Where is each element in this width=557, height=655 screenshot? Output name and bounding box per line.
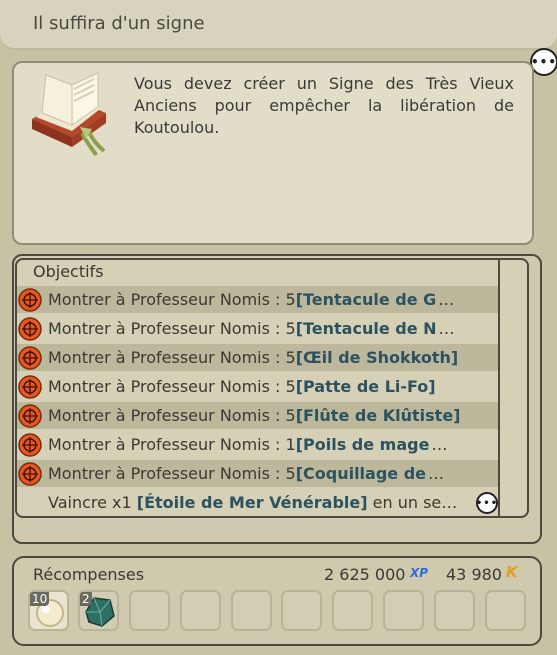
objective-row[interactable]: Montrer à Professeur Nomis : 5 [Œil de S… [17, 344, 498, 371]
book-icon [32, 72, 106, 156]
item-link[interactable]: [Tentacule de G [296, 290, 437, 309]
rewards-label: Récompenses [33, 565, 145, 584]
empty-reward-slot [383, 590, 424, 631]
item-link[interactable]: [Œil de Shokkoth] [296, 348, 459, 367]
compass-icon [18, 403, 42, 428]
item-link[interactable]: [Patte de Li-Fo] [296, 377, 436, 396]
item-link[interactable]: [Étoile de Mer Vénérable] [137, 493, 368, 512]
empty-reward-slot [485, 590, 526, 631]
compass-icon [18, 316, 42, 341]
kamas-value: 43 980 [446, 565, 502, 584]
compass-icon [18, 345, 42, 370]
objectives-header: Objectifs [33, 262, 104, 281]
reward-slot[interactable]: 10 [28, 590, 69, 631]
objective-row[interactable]: Montrer à Professeur Nomis : 5 [Tentacul… [17, 315, 498, 342]
compass-icon [18, 432, 42, 457]
objective-row[interactable]: Montrer à Professeur Nomis : 5 [Flûte de… [17, 402, 498, 429]
objective-row[interactable]: Montrer à Professeur Nomis : 5 [Tentacul… [17, 286, 498, 313]
chat-bubble-icon[interactable]: ••• [476, 492, 498, 514]
item-link[interactable]: [Poils de mage [296, 435, 430, 454]
empty-reward-slot [434, 590, 475, 631]
reward-slot[interactable]: 2 [78, 590, 119, 631]
empty-reward-slot [332, 590, 373, 631]
item-link[interactable]: [Flûte de Klûtiste] [296, 406, 461, 425]
item-count: 10 [30, 592, 50, 606]
empty-reward-slot [129, 590, 170, 631]
objective-row[interactable]: Montrer à Professeur Nomis : 5 [Coquilla… [17, 460, 498, 487]
empty-reward-slot [231, 590, 272, 631]
item-count: 2 [80, 592, 92, 606]
scrollbar-track[interactable] [498, 258, 500, 516]
empty-reward-slot [180, 590, 221, 631]
compass-icon [18, 374, 42, 399]
empty-reward-slot [281, 590, 322, 631]
title-bar: Il suffira d'un signe [0, 0, 557, 50]
objective-row[interactable]: Montrer à Professeur Nomis : 1 [Poils de… [17, 431, 498, 458]
item-link[interactable]: [Coquillage de [296, 464, 426, 483]
chat-bubble-icon[interactable]: ••• [530, 48, 557, 76]
compass-icon [18, 461, 42, 486]
objective-row[interactable]: Montrer à Professeur Nomis : 5 [Patte de… [17, 373, 498, 400]
item-link[interactable]: [Tentacule de N [296, 319, 437, 338]
description-panel: Vous devez créer un Signe des Très Vieux… [12, 61, 534, 245]
kamas-icon: K [506, 563, 518, 581]
xp-icon: XP [410, 566, 429, 580]
objective-row-combat[interactable]: Vaincre x1 [Étoile de Mer Vénérable] en … [48, 493, 457, 512]
quest-description: Vous devez créer un Signe des Très Vieux… [134, 74, 514, 137]
xp-value: 2 625 000 [324, 565, 406, 584]
quest-title: Il suffira d'un signe [33, 13, 205, 34]
compass-icon [18, 287, 42, 312]
